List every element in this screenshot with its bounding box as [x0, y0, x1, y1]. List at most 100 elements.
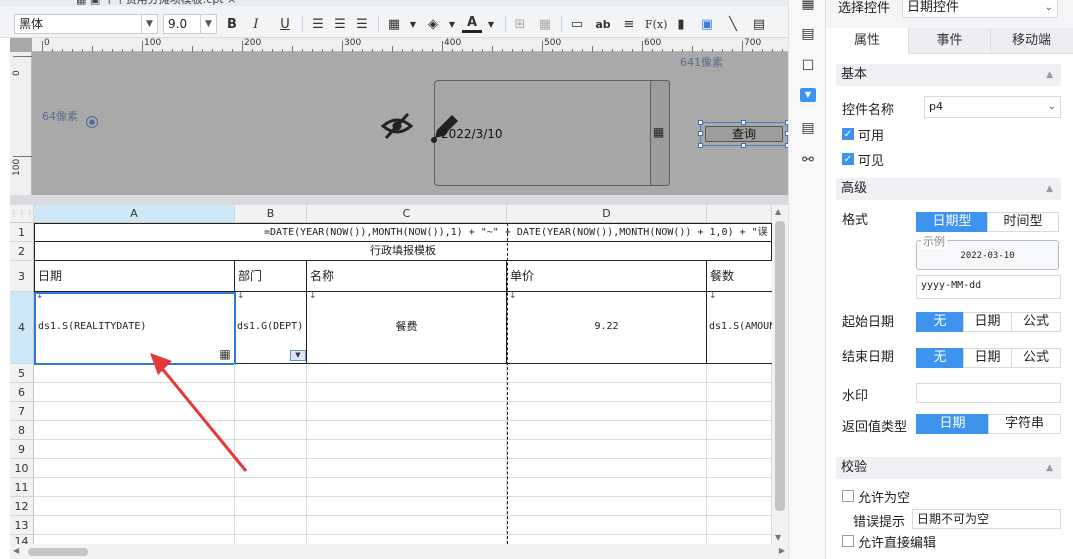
- grid-cell[interactable]: [235, 478, 307, 497]
- data-cell-meals[interactable]: ds1.S(AMOUN: [707, 292, 772, 364]
- splitter[interactable]: [10, 195, 788, 205]
- resize-handle[interactable]: [698, 120, 703, 125]
- align-icon[interactable]: ≡: [619, 15, 639, 35]
- scroll-right-icon[interactable]: ▶: [779, 546, 785, 555]
- row-header[interactable]: 11: [10, 478, 34, 497]
- row-header[interactable]: 9: [10, 440, 34, 459]
- grid-cell[interactable]: [707, 440, 772, 459]
- grid-cell[interactable]: [707, 364, 772, 383]
- grid-cell[interactable]: [307, 383, 507, 402]
- grid-cell[interactable]: [307, 535, 507, 544]
- column-header-d[interactable]: D: [507, 205, 707, 223]
- grid-cell[interactable]: [707, 383, 772, 402]
- row-header[interactable]: 3: [10, 261, 34, 292]
- allow-empty-checkbox[interactable]: [842, 490, 854, 502]
- tab-properties[interactable]: 属性: [826, 28, 908, 54]
- cell-element-icon[interactable]: ▤: [798, 24, 818, 44]
- grid-cell[interactable]: [707, 402, 772, 421]
- align-center-icon[interactable]: ☰: [330, 15, 350, 35]
- grid-cell[interactable]: [707, 478, 772, 497]
- watermark-input[interactable]: [916, 383, 1061, 403]
- align-left-icon[interactable]: ☰: [308, 15, 328, 35]
- grid-cell[interactable]: [507, 535, 707, 544]
- condition-attr-icon[interactable]: ▤: [798, 118, 818, 138]
- scrollbar-thumb[interactable]: [28, 548, 88, 556]
- data-cell-name[interactable]: 餐费: [307, 292, 507, 364]
- end-formula[interactable]: 公式: [1011, 348, 1061, 368]
- grid-cell[interactable]: [507, 440, 707, 459]
- grid-cell[interactable]: [235, 516, 307, 535]
- section-validate[interactable]: 校验 ▲: [836, 457, 1061, 479]
- grid-cell[interactable]: [707, 535, 772, 544]
- image-icon[interactable]: ▣: [697, 15, 717, 35]
- vertical-scrollbar[interactable]: ▲ ▼: [772, 205, 788, 544]
- slash-icon[interactable]: ╲: [723, 15, 743, 35]
- grid-cell[interactable]: [707, 516, 772, 535]
- grid-cell[interactable]: [307, 497, 507, 516]
- formula-cell[interactable]: =DATE(YEAR(NOW()),MONTH(NOW()),1) + "~" …: [34, 223, 772, 242]
- underline-icon[interactable]: U: [275, 15, 295, 35]
- resize-handle[interactable]: [741, 120, 746, 125]
- horizontal-scrollbar[interactable]: ◀ ▶: [10, 544, 788, 559]
- grid-cell[interactable]: [307, 364, 507, 383]
- align-right-icon[interactable]: ☰: [352, 15, 372, 35]
- bold-icon[interactable]: B: [222, 15, 242, 35]
- paste-icon[interactable]: ▤: [749, 15, 769, 35]
- tab-events[interactable]: 事件: [908, 28, 990, 54]
- start-formula[interactable]: 公式: [1011, 312, 1061, 332]
- grid-cell[interactable]: [507, 478, 707, 497]
- grid-cell[interactable]: [307, 516, 507, 535]
- control-type-select[interactable]: 日期控件 ⌄: [902, 0, 1058, 18]
- resize-handle[interactable]: [698, 143, 703, 148]
- chevron-down-icon[interactable]: ▼: [442, 15, 462, 35]
- row-header[interactable]: 13: [10, 516, 34, 535]
- grid-cell[interactable]: [34, 497, 235, 516]
- grid-cell[interactable]: [507, 421, 707, 440]
- grid-cell[interactable]: [34, 478, 235, 497]
- header-cell-price[interactable]: 单价: [507, 261, 707, 292]
- error-hint-input[interactable]: 日期不可为空: [912, 509, 1061, 529]
- header-cell-dept[interactable]: 部门: [235, 261, 307, 292]
- allow-edit-checkbox[interactable]: [842, 535, 854, 547]
- row-header[interactable]: 14: [10, 535, 34, 544]
- end-date[interactable]: 日期: [963, 348, 1012, 368]
- grid-cell[interactable]: [707, 421, 772, 440]
- grid-icon[interactable]: ▦: [535, 15, 555, 35]
- grid-cell[interactable]: [307, 421, 507, 440]
- column-header-c[interactable]: C: [307, 205, 507, 223]
- column-header-e[interactable]: [707, 205, 772, 223]
- return-date[interactable]: 日期: [916, 414, 989, 434]
- grid-cell[interactable]: [307, 478, 507, 497]
- row-header[interactable]: 6: [10, 383, 34, 402]
- grid-cell[interactable]: [235, 535, 307, 544]
- grid-cell[interactable]: [507, 364, 707, 383]
- scrollbar-thumb[interactable]: [775, 221, 785, 511]
- date-picker-button[interactable]: ▦: [650, 80, 670, 186]
- widget-settings-icon[interactable]: ▼: [800, 88, 816, 102]
- start-date[interactable]: 日期: [963, 312, 1012, 332]
- grid-cell[interactable]: [34, 535, 235, 544]
- row-header[interactable]: 8: [10, 421, 34, 440]
- border-icon[interactable]: ▦: [384, 15, 404, 35]
- row-header[interactable]: 2: [10, 242, 34, 261]
- control-name-input[interactable]: p4 ⌄: [924, 96, 1061, 118]
- grid-cell[interactable]: [34, 516, 235, 535]
- header-cell-date[interactable]: 日期: [34, 261, 235, 292]
- report-grid[interactable]: ⋮⋮⋮ A B C D 1 2 3 4 5 6 7 8 9 10 11 12 1…: [10, 205, 772, 544]
- header-cell-meals[interactable]: 餐数: [707, 261, 772, 292]
- resize-handle[interactable]: [698, 131, 703, 136]
- visible-checkbox[interactable]: ✓: [842, 153, 854, 165]
- chart-icon[interactable]: ▮: [671, 15, 691, 35]
- row-header[interactable]: 10: [10, 459, 34, 478]
- hyperlink-icon[interactable]: ⚯: [798, 150, 818, 170]
- title-cell[interactable]: 行政填报模板: [34, 242, 772, 261]
- tab-mobile[interactable]: 移动端: [990, 28, 1072, 54]
- date-control[interactable]: 2022/3/10 ▦: [380, 80, 670, 186]
- return-string[interactable]: 字符串: [988, 414, 1061, 434]
- italic-icon[interactable]: I: [246, 15, 266, 35]
- format-pattern-input[interactable]: yyyy-MM-dd: [916, 275, 1061, 299]
- section-advanced[interactable]: 高级 ▲: [836, 178, 1061, 200]
- row-header[interactable]: 4: [10, 292, 34, 364]
- row-header[interactable]: 1: [10, 223, 34, 242]
- grid-cell[interactable]: [307, 440, 507, 459]
